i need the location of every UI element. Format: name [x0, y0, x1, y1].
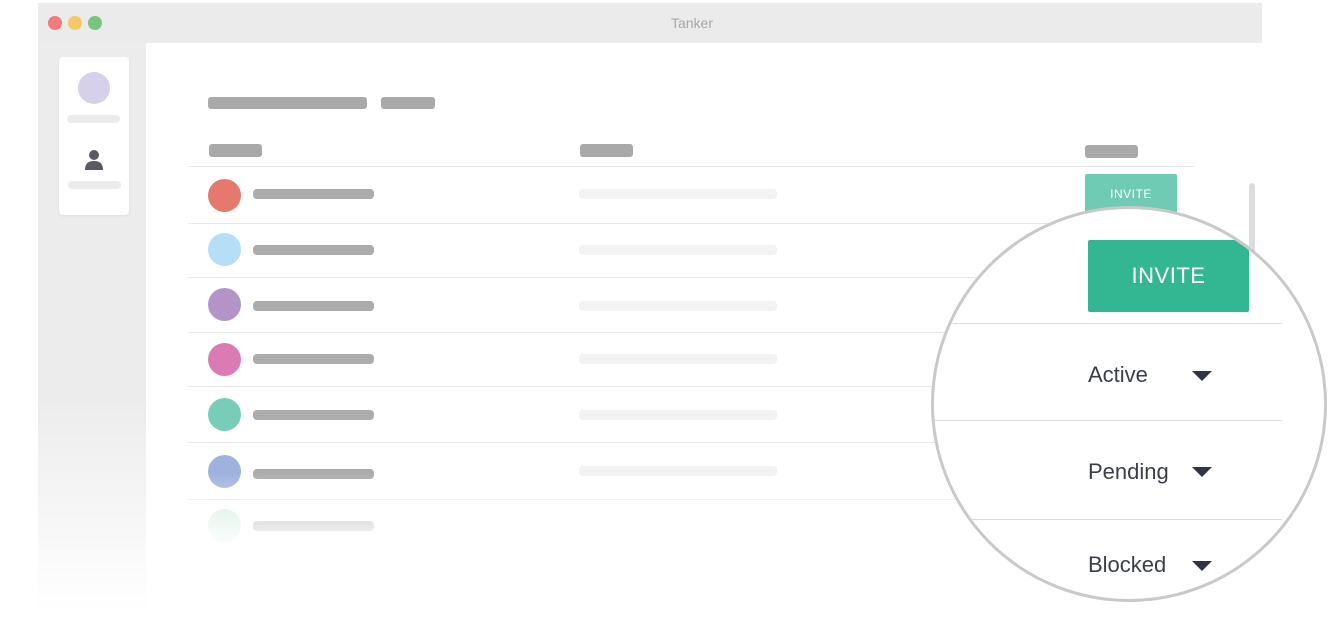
chevron-down-icon — [1192, 467, 1212, 477]
column-header-placeholder — [1085, 145, 1138, 158]
email-placeholder — [579, 245, 777, 255]
magnifier-divider — [934, 420, 1282, 421]
magnifier-callout: INVITE Active Pending Blocked — [931, 206, 1327, 602]
avatar[interactable] — [78, 72, 110, 104]
chevron-down-icon — [1192, 561, 1212, 571]
sidebar-item-label-placeholder — [67, 115, 120, 123]
status-label: Blocked — [1088, 552, 1167, 577]
page: Tanker INVITE INVITE Active Pending Bloc… — [0, 0, 1332, 630]
sidebar-card — [59, 57, 129, 215]
name-placeholder — [253, 245, 374, 255]
name-placeholder — [253, 189, 374, 199]
avatar — [208, 509, 241, 542]
name-placeholder — [253, 301, 374, 311]
email-placeholder — [579, 189, 777, 199]
invite-button-zoomed[interactable]: INVITE — [1088, 240, 1249, 312]
avatar — [208, 179, 241, 212]
title-bar: Tanker — [38, 3, 1262, 43]
avatar — [208, 398, 241, 431]
status-label: Active — [1088, 362, 1148, 387]
status-dropdown-blocked[interactable]: Blocked — [1088, 543, 1238, 587]
email-placeholder — [579, 410, 777, 420]
sidebar-item-label-placeholder — [68, 181, 121, 189]
name-placeholder — [253, 469, 374, 479]
status-dropdown-pending[interactable]: Pending — [1088, 450, 1238, 494]
column-header-placeholder — [209, 144, 262, 157]
sidebar — [38, 43, 146, 613]
name-placeholder — [253, 521, 374, 531]
magnifier-divider — [934, 519, 1282, 520]
status-dropdown-active[interactable]: Active — [1088, 353, 1238, 397]
email-placeholder — [579, 301, 777, 311]
magnifier-divider — [934, 323, 1282, 324]
email-placeholder — [579, 354, 777, 364]
table-divider — [188, 166, 1194, 167]
user-icon[interactable] — [84, 149, 104, 171]
page-subtitle-placeholder — [381, 97, 435, 109]
name-placeholder — [253, 354, 374, 364]
name-placeholder — [253, 410, 374, 420]
chevron-down-icon — [1192, 371, 1212, 381]
avatar — [208, 288, 241, 321]
page-title-placeholder — [208, 97, 367, 109]
column-header-placeholder — [580, 144, 633, 157]
table-divider — [188, 223, 1194, 224]
avatar — [208, 455, 241, 488]
avatar — [208, 233, 241, 266]
status-label: Pending — [1088, 459, 1169, 484]
email-placeholder — [579, 466, 777, 476]
window-title: Tanker — [670, 15, 714, 31]
avatar — [208, 343, 241, 376]
